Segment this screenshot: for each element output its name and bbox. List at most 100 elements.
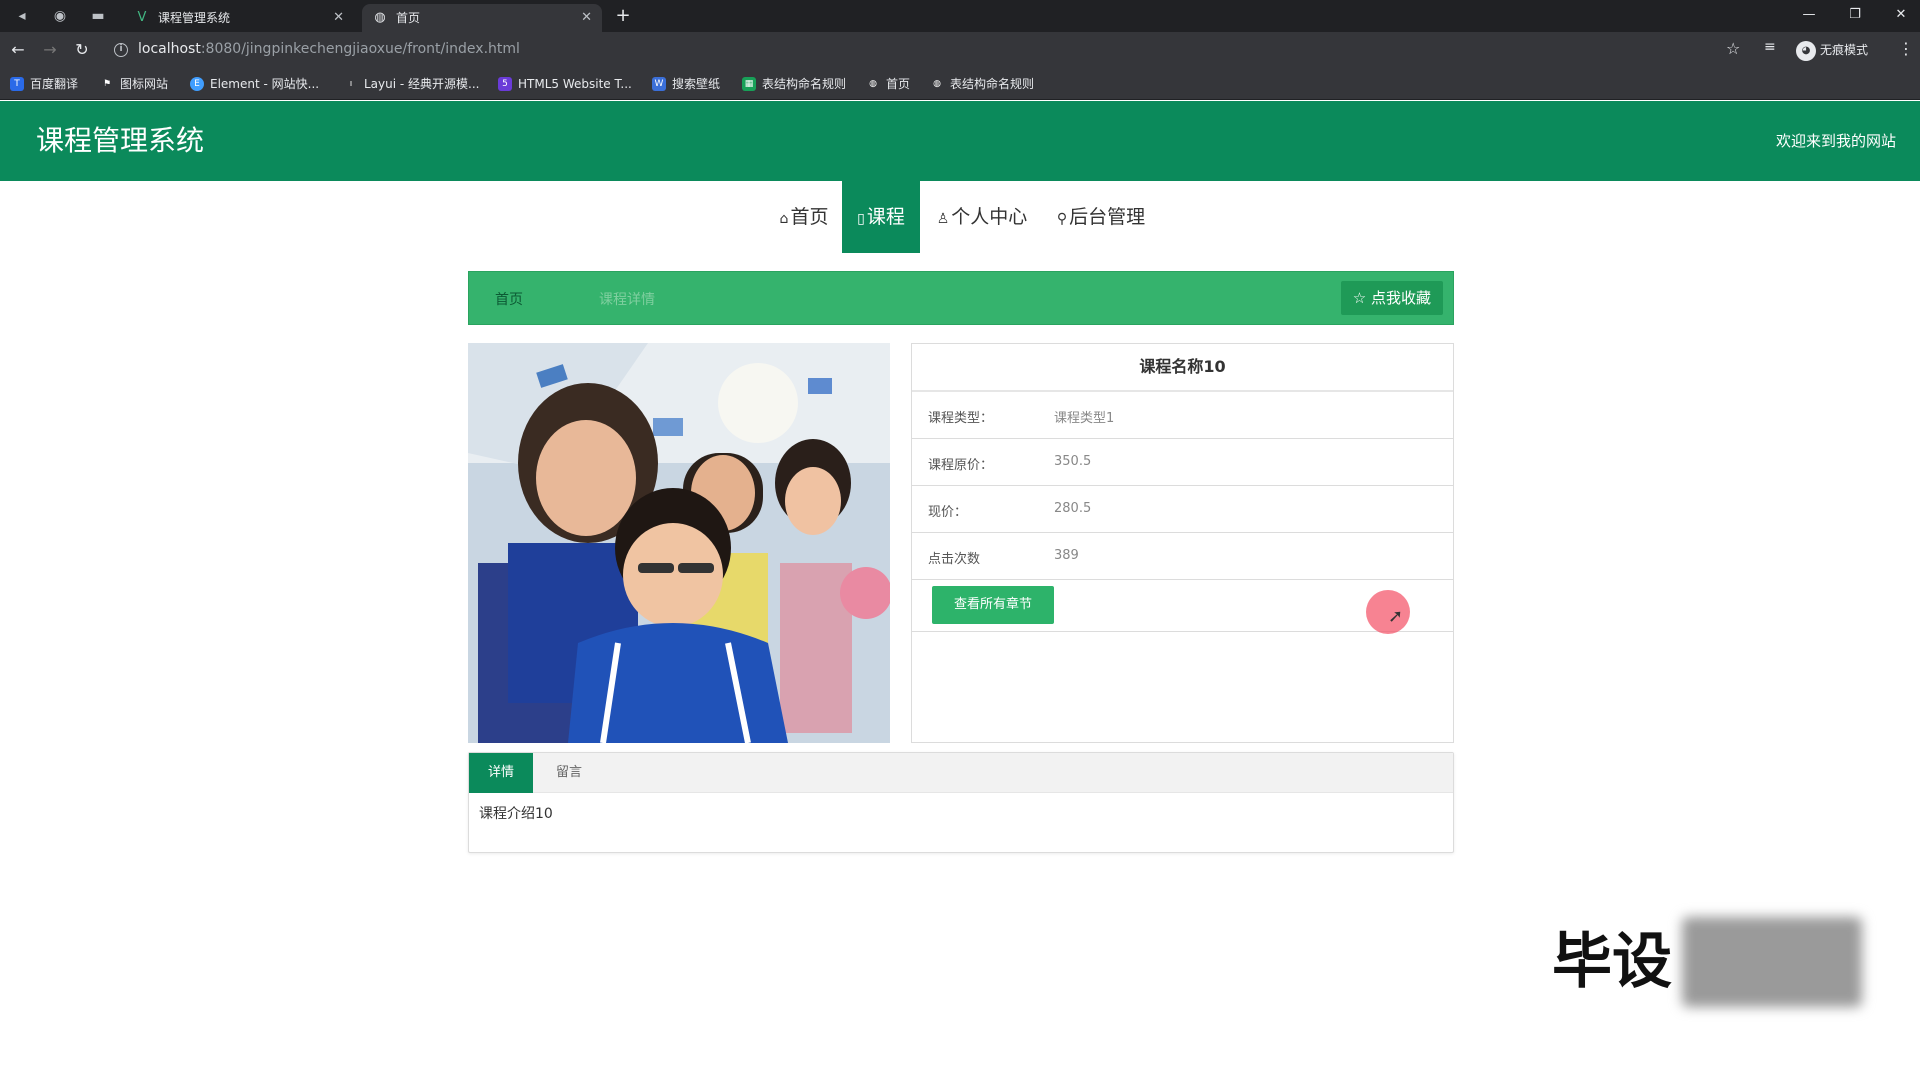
window-icon[interactable]: ▬	[88, 6, 108, 26]
web-page: 课程管理系统 欢迎来到我的网站 ⌂ 首页 ▯ 课程 ♙ 个人中心 ⚲ 后台管理 首页 课…	[0, 101, 1920, 1072]
course-image	[468, 343, 890, 743]
bookmarks-bar: T 百度翻译 ⚑ 图标网站 E Element - 网站快... ı Layui - 经…	[0, 68, 1920, 100]
tabs-header: 详情 留言	[469, 753, 1453, 793]
bookmark-label: HTML5 Website T...	[518, 77, 632, 91]
address-bar[interactable]: i localhost:8080/jingpinkechengjiaoxue/f…	[108, 35, 1768, 65]
course-name: 课程名称10	[912, 344, 1453, 392]
watermark-text: 毕设	[1552, 927, 1672, 997]
breadcrumb: 首页 课程详情 ☆ 点我收藏	[468, 271, 1454, 325]
reading-list-icon[interactable]: ≡	[1764, 39, 1776, 55]
site-title: 课程管理系统	[36, 124, 205, 157]
nav-label: 后台管理	[1069, 206, 1146, 228]
info-row-price: 现价： 280.5	[912, 486, 1453, 533]
new-tab-button[interactable]: +	[612, 4, 634, 28]
welcome-text: 欢迎来到我的网站	[1775, 132, 1896, 150]
info-label: 课程原价：	[928, 458, 994, 473]
course-photo	[468, 343, 890, 743]
nav-item-course[interactable]: ▯ 课程	[842, 181, 920, 253]
course-info-card: 课程名称10 课程类型： 课程类型1 课程原价： 350.5 现价： 280.5…	[911, 343, 1454, 743]
vue-logo-icon: V	[137, 10, 147, 25]
translate-icon: T	[10, 77, 24, 91]
back-arrow-icon[interactable]: ←	[8, 40, 28, 60]
bookmark-item[interactable]: W 搜索壁纸	[652, 76, 720, 92]
reload-icon[interactable]: ↻	[72, 40, 92, 60]
bookmark-item[interactable]: ▦ 表结构命名规则	[742, 76, 846, 92]
incognito-profile[interactable]: ◕ 无痕模式	[1794, 37, 1868, 63]
browser-tab-2[interactable]: ◍ 首页 ✕	[362, 4, 602, 32]
site-header: 课程管理系统 欢迎来到我的网站	[0, 101, 1920, 181]
tab-details[interactable]: 详情	[469, 753, 533, 793]
bookmark-label: 首页	[886, 77, 911, 91]
html5-icon: 5	[498, 77, 512, 91]
flag-icon: ⚑	[102, 79, 112, 89]
bookmark-item[interactable]: ⚑ 图标网站	[100, 76, 168, 92]
layui-icon: ı	[349, 79, 353, 89]
nav-label: 课程	[866, 206, 905, 228]
watermark-blur	[1682, 917, 1862, 1007]
bookmark-label: 百度翻译	[30, 77, 79, 91]
info-row-original-price: 课程原价： 350.5	[912, 439, 1453, 486]
nav-item-admin[interactable]: ⚲ 后台管理	[1046, 181, 1156, 253]
bookmark-item[interactable]: T 百度翻译	[10, 76, 78, 92]
link-icon: ⚲	[1056, 211, 1068, 227]
chrome-icon[interactable]: ◉	[50, 6, 70, 26]
info-row-clicks: 点击次数 389	[912, 533, 1453, 580]
info-value: 课程类型1	[1054, 411, 1115, 426]
close-icon[interactable]: ✕	[333, 4, 344, 32]
nav-item-user-center[interactable]: ♙ 个人中心	[926, 181, 1038, 253]
url-path: :8080/jingpinkechengjiaoxue/front/index.…	[200, 41, 520, 57]
breadcrumb-home[interactable]: 首页	[495, 289, 523, 309]
info-row-type: 课程类型： 课程类型1	[912, 392, 1453, 439]
wallpaper-icon: W	[652, 77, 666, 91]
info-value: 280.5	[1054, 501, 1092, 516]
bookmark-label: Element - 网站快...	[210, 77, 320, 91]
bookmark-label: Layui - 经典开源模...	[364, 77, 480, 91]
nav-item-home[interactable]: ⌂ 首页	[766, 181, 842, 253]
course-icon: ▯	[857, 211, 865, 227]
sheet-icon: ▦	[742, 77, 756, 91]
minimize-icon[interactable]: —	[1792, 2, 1826, 28]
course-intro: 课程介绍10	[479, 806, 553, 822]
info-icon[interactable]: i	[114, 43, 128, 57]
tab-search-icon[interactable]: ◂	[12, 6, 32, 26]
restore-icon[interactable]: ❐	[1838, 2, 1872, 28]
forward-arrow-icon[interactable]: →	[40, 40, 60, 60]
nav-label: 首页	[790, 206, 829, 228]
browser-tab-title: 首页	[396, 11, 421, 25]
breadcrumb-current: 课程详情	[599, 292, 655, 308]
view-chapters-button[interactable]: 查看所有章节	[932, 586, 1054, 624]
info-label: 课程类型：	[928, 411, 994, 426]
favorite-button[interactable]: ☆ 点我收藏	[1340, 281, 1443, 315]
info-label: 现价：	[928, 505, 968, 520]
incognito-icon: ◕	[1796, 41, 1816, 61]
home-icon: ⌂	[779, 211, 789, 227]
bookmark-label: 搜索壁纸	[672, 77, 721, 91]
info-label: 点击次数	[928, 552, 981, 567]
bookmark-item[interactable]: ı Layui - 经典开源模...	[344, 76, 480, 92]
bookmark-item[interactable]: E Element - 网站快...	[190, 76, 319, 92]
tab-messages[interactable]: 留言	[533, 753, 605, 793]
bookmark-item[interactable]: ◍ 首页	[866, 76, 910, 92]
mouse-pointer-icon: ➚	[1388, 606, 1404, 627]
profile-label: 无痕模式	[1820, 43, 1869, 57]
bookmark-item[interactable]: 5 HTML5 Website T...	[498, 76, 632, 92]
url-host: localhost	[138, 41, 201, 57]
info-value: 389	[1054, 548, 1079, 563]
globe-icon: ◍	[869, 79, 877, 89]
globe-icon: ◍	[933, 79, 941, 89]
info-value: 350.5	[1054, 454, 1092, 469]
browser-toolbar: ← → ↻ i localhost:8080/jingpinkechengjia…	[0, 32, 1920, 68]
browser-tab-strip: ◂ ◉ ▬ V 课程管理系统 ✕ ◍ 首页 ✕ + — ❐ ✕	[0, 0, 1920, 32]
bookmark-item[interactable]: ◍ 表结构命名规则	[930, 76, 1034, 92]
main-nav: ⌂ 首页 ▯ 课程 ♙ 个人中心 ⚲ 后台管理	[0, 181, 1920, 253]
nav-label: 个人中心	[951, 206, 1028, 228]
browser-tab-title: 课程管理系统	[158, 11, 231, 25]
bookmark-label: 图标网站	[120, 77, 169, 91]
bookmark-star-icon[interactable]: ☆	[1726, 39, 1740, 58]
close-icon[interactable]: ✕	[581, 4, 592, 32]
close-window-icon[interactable]: ✕	[1884, 2, 1918, 28]
browser-tab-1[interactable]: V 课程管理系统 ✕	[124, 4, 354, 32]
kebab-menu-icon[interactable]: ⋮	[1898, 39, 1914, 58]
url-text[interactable]: localhost:8080/jingpinkechengjiaoxue/fro…	[138, 41, 520, 57]
bookmark-label: 表结构命名规则	[950, 77, 1035, 91]
